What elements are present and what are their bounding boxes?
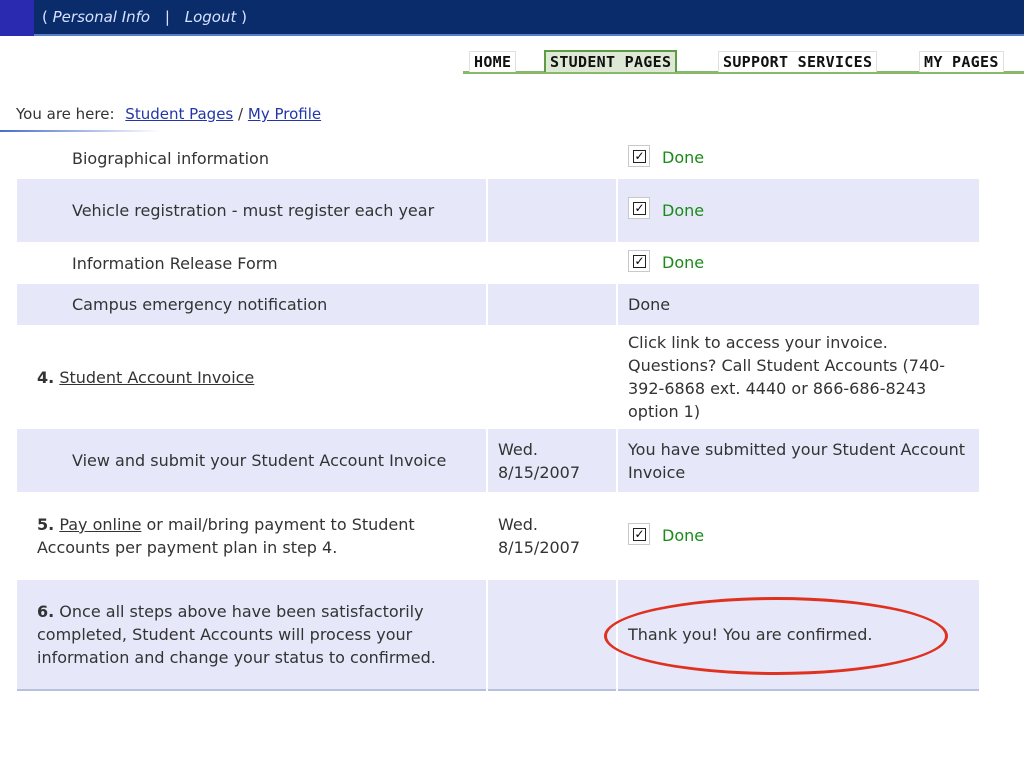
table-row: 6. Once all steps above have been satisf… xyxy=(17,580,979,690)
student-account-invoice-link[interactable]: Student Account Invoice xyxy=(59,368,254,387)
row-release-status-cell: ✓ Done xyxy=(617,242,979,284)
row-emergency-date xyxy=(487,284,618,325)
row-bio-label: Biographical information xyxy=(17,137,488,179)
row-vehicle-status-cell: ✓ Done xyxy=(617,179,979,242)
row-step6-cell: 6. Once all steps above have been satisf… xyxy=(17,580,488,690)
table-row: View and submit your Student Account Inv… xyxy=(17,429,979,492)
close-paren: ) xyxy=(241,8,247,26)
breadcrumb-student-pages[interactable]: Student Pages xyxy=(125,105,233,123)
step6-text: Once all steps above have been satisfact… xyxy=(37,602,436,667)
row-emergency-label: Campus emergency notification xyxy=(17,284,488,325)
confirmation-message: Thank you! You are confirmed. xyxy=(617,580,979,690)
row-vehicle-date xyxy=(487,179,618,242)
checkbox-icon: ✓ xyxy=(628,197,650,220)
top-bar-stub xyxy=(0,0,34,36)
table-row: 5. Pay online or mail/bring payment to S… xyxy=(17,492,979,580)
tab-home[interactable]: HOME xyxy=(469,51,517,72)
row-step4-cell: 4. Student Account Invoice xyxy=(17,325,488,429)
row-emergency-status: Done xyxy=(617,284,979,325)
row-step4-date xyxy=(487,325,618,429)
breadcrumb-my-profile[interactable]: My Profile xyxy=(248,105,321,123)
personal-info-link[interactable]: Personal Info xyxy=(53,8,150,26)
user-links: ( Personal Info | Logout ) xyxy=(42,8,247,26)
row-release-label: Information Release Form xyxy=(17,242,488,284)
top-bar: ( Personal Info | Logout ) xyxy=(0,0,1024,36)
row-vehicle-status: Done xyxy=(662,200,705,220)
breadcrumb-separator: / xyxy=(238,105,244,123)
row-bio-status-cell: ✓ Done xyxy=(617,137,979,179)
row-step5-cell: 5. Pay online or mail/bring payment to S… xyxy=(17,492,488,580)
row-step5-status: Done xyxy=(662,526,705,546)
row-step5-status-cell: ✓ Done xyxy=(617,492,979,580)
row-bio-date xyxy=(487,137,618,179)
step5-number: 5. xyxy=(37,515,55,534)
row-step4-note: Click link to access your invoice. Quest… xyxy=(628,333,946,421)
pay-online-link[interactable]: Pay online xyxy=(59,515,141,534)
table-row: 4. Student Account Invoice Click link to… xyxy=(17,325,979,429)
table-row: Information Release Form ✓ Done xyxy=(17,242,979,284)
tab-support-services[interactable]: SUPPORT SERVICES xyxy=(718,51,878,72)
row-release-status: Done xyxy=(662,253,705,273)
row-invoice-label: View and submit your Student Account Inv… xyxy=(17,429,488,492)
row-step6-date xyxy=(487,580,618,690)
logout-link[interactable]: Logout xyxy=(185,8,237,26)
step6-number: 6. xyxy=(37,602,55,621)
row-release-date xyxy=(487,242,618,284)
link-separator: | xyxy=(164,8,170,26)
checkbox-icon: ✓ xyxy=(628,249,650,272)
row-bio-status: Done xyxy=(662,148,705,168)
breadcrumb: You are here: Student Pages / My Profile xyxy=(16,105,321,123)
row-vehicle-label: Vehicle registration - must register eac… xyxy=(17,179,488,242)
step4-number: 4. xyxy=(37,367,55,387)
row-step5-date: Wed. 8/15/2007 xyxy=(487,492,618,580)
table-row: Biographical information ✓ Done xyxy=(17,137,979,179)
tab-my-pages[interactable]: MY PAGES xyxy=(919,51,1004,72)
checkbox-icon: ✓ xyxy=(628,522,650,545)
checkbox-icon: ✓ xyxy=(628,144,650,167)
table-row: Campus emergency notification Done xyxy=(17,284,979,325)
tab-student-pages[interactable]: STUDENT PAGES xyxy=(544,50,678,72)
open-paren: ( xyxy=(42,8,48,26)
table-row: Vehicle registration - must register eac… xyxy=(17,179,979,242)
profile-steps-table: Biographical information ✓ Done Vehicle r… xyxy=(17,137,979,691)
row-invoice-status: You have submitted your Student Account … xyxy=(617,429,979,492)
breadcrumb-accent-line xyxy=(0,130,160,132)
row-invoice-date: Wed. 8/15/2007 xyxy=(487,429,618,492)
breadcrumb-label: You are here: xyxy=(16,105,115,123)
